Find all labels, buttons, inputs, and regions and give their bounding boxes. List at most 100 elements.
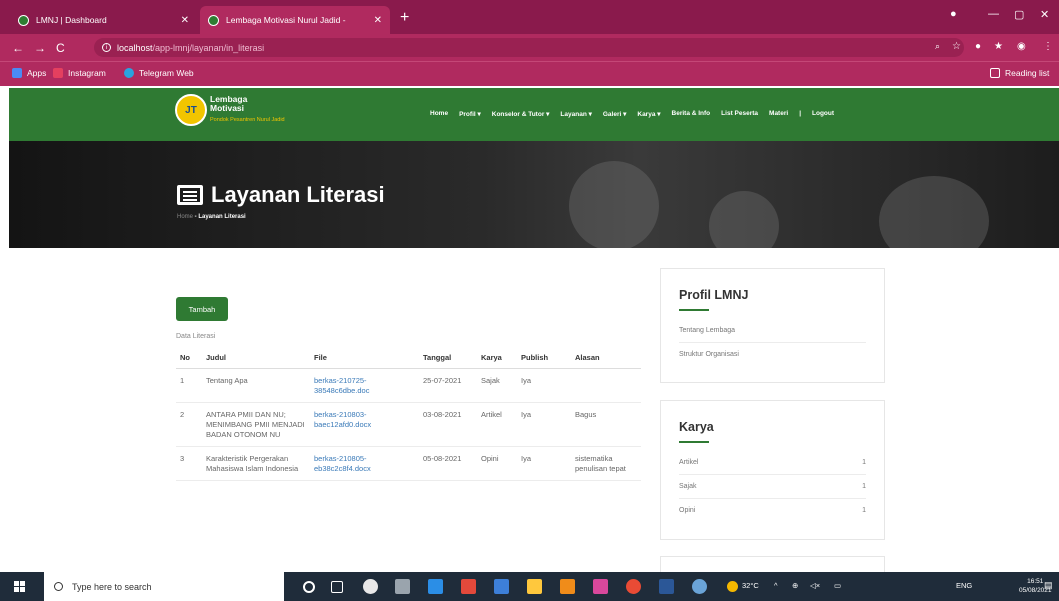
- file-explorer-icon[interactable]: [527, 579, 542, 594]
- extension-icon[interactable]: ●: [975, 41, 981, 52]
- menu-berita-info[interactable]: Berita & Info: [672, 110, 711, 118]
- browser-tabbar: LMNJ | Dashboard ✕ Lembaga Motivasi Nuru…: [0, 0, 1059, 34]
- url-bar[interactable]: i localhost /app-lmnj/layanan/in_literas…: [94, 38, 964, 57]
- address-toolbar: ← → C i localhost /app-lmnj/layanan/in_l…: [0, 34, 1059, 61]
- puzzle-icon[interactable]: ★: [994, 41, 1003, 52]
- close-window-icon[interactable]: ✕: [1040, 8, 1049, 21]
- menu-konselor-tutor[interactable]: Konselor & Tutor ▾: [492, 110, 550, 118]
- telegram-icon: [124, 68, 134, 78]
- close-icon[interactable]: ✕: [374, 15, 382, 26]
- reading-list-button[interactable]: Reading list: [990, 68, 1049, 78]
- tab-dashboard[interactable]: LMNJ | Dashboard ✕: [10, 6, 197, 34]
- karya-count: 1: [862, 507, 866, 514]
- column-header: Publish: [517, 345, 571, 369]
- app-icon[interactable]: [593, 579, 608, 594]
- word-icon[interactable]: [659, 579, 674, 594]
- cell-alasan: [571, 368, 641, 403]
- bookmark-label: Apps: [27, 68, 47, 78]
- git-icon[interactable]: [461, 579, 476, 594]
- sidebar-karya-artikel[interactable]: Artikel 1: [679, 451, 866, 475]
- cell-alasan: sistematika penulisan tepat: [571, 446, 641, 481]
- menu-karya[interactable]: Karya ▾: [637, 110, 660, 118]
- menu-dots-icon[interactable]: ⋮: [1043, 41, 1053, 52]
- next-widget-partial: [660, 556, 885, 572]
- cell-publish: Iya: [517, 446, 571, 481]
- site-info-icon[interactable]: i: [102, 43, 111, 52]
- menu-profil[interactable]: Profil ▾: [459, 110, 481, 118]
- hero-background-shape: [709, 191, 779, 248]
- search-icon: [54, 582, 63, 591]
- cell-tanggal: 25-07-2021: [419, 368, 477, 403]
- karya-label: Artikel: [679, 459, 699, 466]
- language-indicator[interactable]: ENG: [956, 581, 972, 590]
- zoom-search-icon[interactable]: ⌕: [935, 41, 940, 52]
- menu-layanan[interactable]: Layanan ▾: [560, 110, 591, 118]
- cell-judul: Karakteristik Pergerakan Mahasiswa Islam…: [202, 446, 310, 481]
- karya-label: Sajak: [679, 483, 697, 490]
- cortana-icon[interactable]: [303, 581, 315, 593]
- tab-layanan-literasi[interactable]: Lembaga Motivasi Nurul Jadid - ✕: [200, 6, 390, 34]
- menu-list-peserta[interactable]: List Peserta: [721, 110, 758, 118]
- column-header: Judul: [202, 345, 310, 369]
- cell-judul: ANTARA PMII DAN NU; MENIMBANG PMII MENJA…: [202, 402, 310, 447]
- cell-no: 3: [176, 446, 202, 481]
- bookmark-label: Instagram: [68, 68, 106, 78]
- sidebar-link-struktur-organisasi[interactable]: Struktur Organisasi: [679, 343, 866, 366]
- table-row: 1 Tentang Apa berkas-210725-38548c6dbe.d…: [176, 368, 641, 403]
- forward-arrow-icon[interactable]: →: [34, 41, 46, 55]
- url-path: /app-lmnj/layanan/in_literasi: [152, 42, 265, 53]
- close-icon[interactable]: ✕: [181, 15, 189, 26]
- table-row: 2 ANTARA PMII DAN NU; MENIMBANG PMII MEN…: [176, 402, 641, 447]
- profil-widget: Profil LMNJ Tentang Lembaga Struktur Org…: [660, 268, 885, 383]
- bookmark-star-icon[interactable]: ☆: [952, 41, 961, 52]
- table-header-row: No Judul File Tanggal Karya Publish Alas…: [176, 345, 641, 369]
- add-button[interactable]: Tambah: [176, 297, 228, 321]
- menu-home[interactable]: Home: [430, 110, 448, 118]
- bookmark-instagram[interactable]: Instagram: [53, 68, 106, 78]
- bookmark-apps[interactable]: Apps: [12, 68, 46, 78]
- reload-icon[interactable]: C: [56, 41, 65, 55]
- cell-file-link[interactable]: berkas-210803-baec12afd0.docx: [310, 402, 419, 447]
- app-icon[interactable]: [494, 579, 509, 594]
- sidebar-karya-sajak[interactable]: Sajak 1: [679, 475, 866, 499]
- profile-avatar-icon[interactable]: ◉: [1017, 41, 1026, 52]
- cell-karya: Opini: [477, 446, 517, 481]
- chrome-icon[interactable]: [626, 579, 641, 594]
- notification-icon[interactable]: ▤: [1044, 580, 1053, 591]
- record-icon[interactable]: ●: [950, 8, 957, 20]
- camera-app-icon[interactable]: [395, 579, 410, 594]
- karya-count: 1: [862, 483, 866, 490]
- weather-sun-icon[interactable]: [727, 581, 738, 592]
- app-icon[interactable]: [692, 579, 707, 594]
- cell-file-link[interactable]: berkas-210725-38548c6dbe.doc: [310, 368, 419, 403]
- weather-temperature[interactable]: 32°C: [742, 581, 759, 590]
- minimize-icon[interactable]: —: [988, 8, 999, 20]
- bookmark-telegram[interactable]: Telegram Web: [124, 68, 194, 78]
- menu-galeri[interactable]: Galeri ▾: [603, 110, 627, 118]
- breadcrumb-home[interactable]: Home: [177, 214, 193, 220]
- task-view-icon[interactable]: [331, 581, 343, 593]
- menu-logout[interactable]: Logout: [812, 110, 834, 118]
- site-logo[interactable]: JT: [175, 94, 207, 126]
- reading-list-icon: [990, 68, 1000, 78]
- sidebar-link-tentang-lembaga[interactable]: Tentang Lembaga: [679, 319, 866, 343]
- vscode-icon[interactable]: [428, 579, 443, 594]
- app-icon[interactable]: [363, 579, 378, 594]
- literasi-table: No Judul File Tanggal Karya Publish Alas…: [176, 345, 641, 481]
- windows-start-icon[interactable]: [14, 581, 25, 592]
- site-favicon-icon: [208, 14, 219, 26]
- cell-file-link[interactable]: berkas-210805-eb38c2c8f4.docx: [310, 446, 419, 481]
- windows-taskbar: Type here to search 32°C ^ ⊕ ◁× ▭ ENG 16…: [0, 572, 1059, 601]
- network-icon[interactable]: ⊕: [792, 581, 798, 590]
- app-icon[interactable]: [560, 579, 575, 594]
- maximize-icon[interactable]: ▢: [1014, 8, 1024, 21]
- battery-icon[interactable]: ▭: [834, 581, 841, 590]
- menu-materi[interactable]: Materi: [769, 110, 788, 118]
- back-arrow-icon[interactable]: ←: [12, 41, 24, 55]
- taskbar-search-input[interactable]: Type here to search: [44, 572, 284, 601]
- chevron-up-icon[interactable]: ^: [774, 581, 778, 590]
- new-tab-icon[interactable]: +: [400, 9, 409, 27]
- volume-icon[interactable]: ◁×: [810, 581, 820, 590]
- cell-no: 2: [176, 402, 202, 447]
- sidebar-karya-opini[interactable]: Opini 1: [679, 499, 866, 522]
